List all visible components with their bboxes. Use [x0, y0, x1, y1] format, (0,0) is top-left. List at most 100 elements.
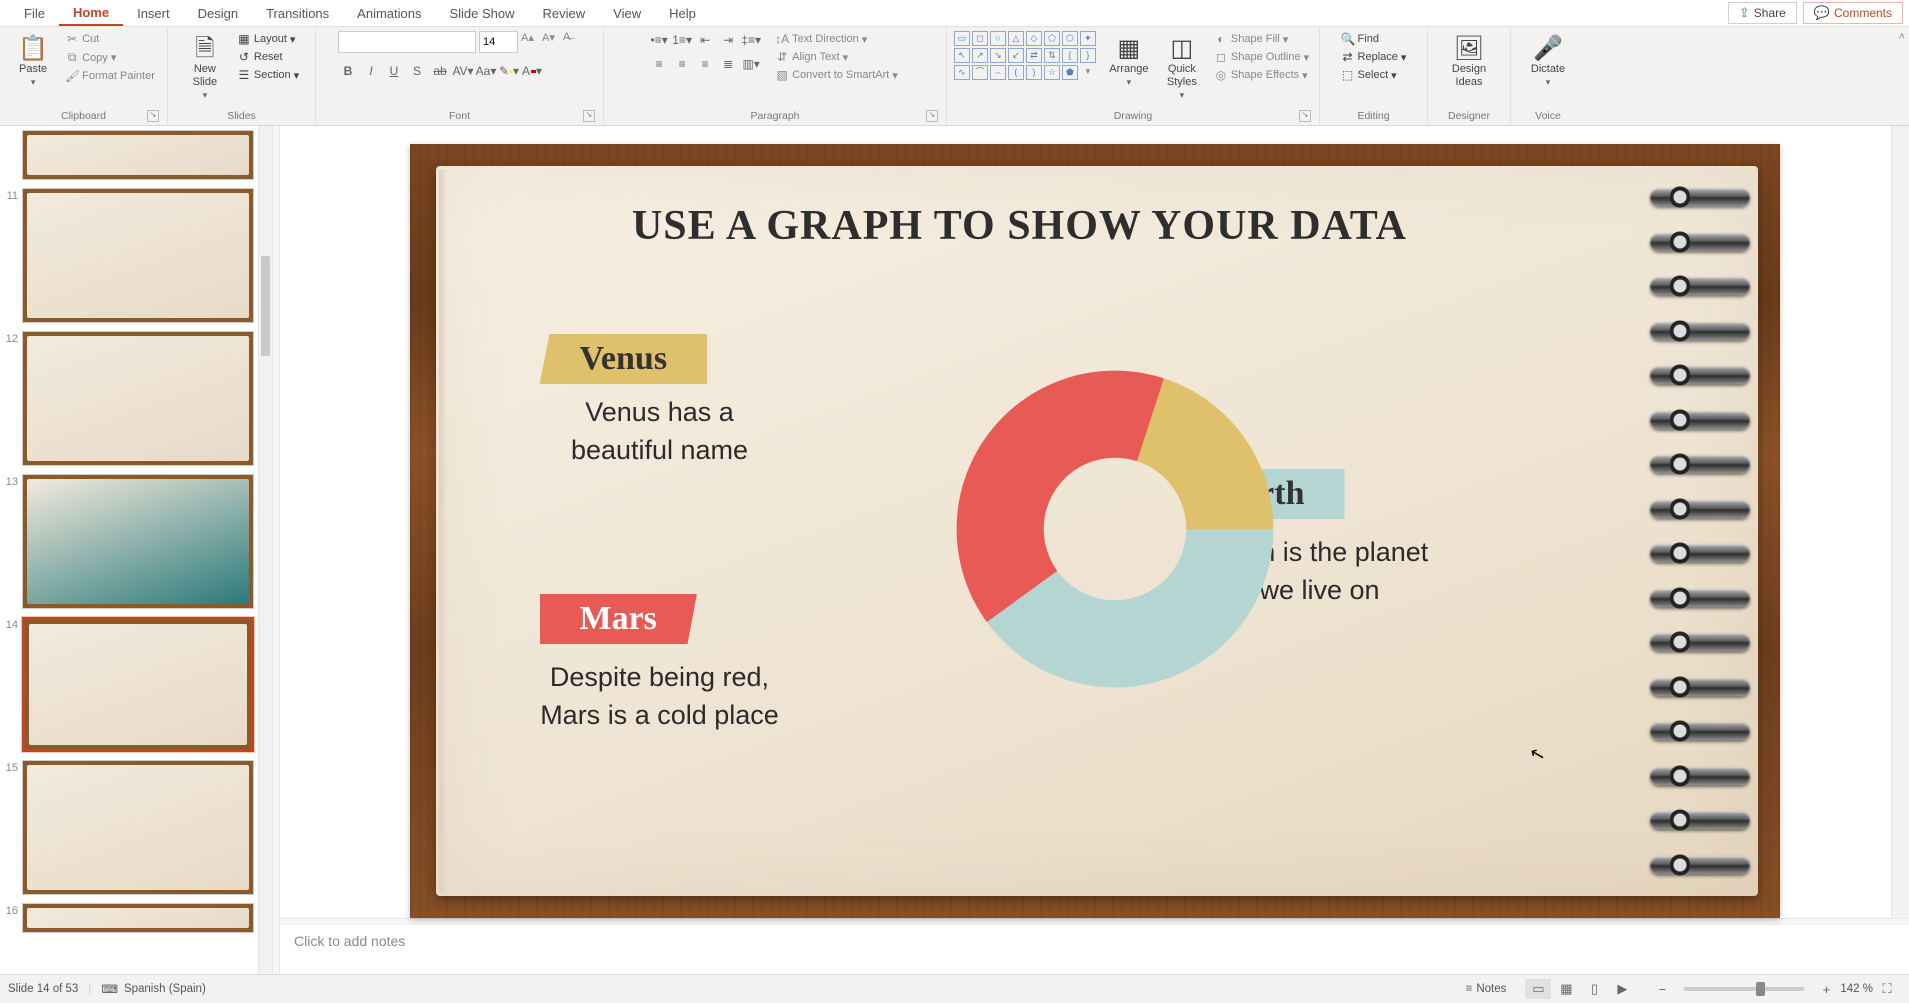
slide-canvas-area[interactable]: USE A GRAPH TO SHOW YOUR DATA Venus Venu… [280, 126, 1909, 918]
find-button[interactable]: 🔍Find [1338, 31, 1410, 47]
venus-description[interactable]: Venus has a beautiful name [530, 394, 790, 470]
cut-button[interactable]: ✂Cut [62, 31, 158, 47]
indent-button[interactable]: ⇥ [718, 31, 738, 49]
slide[interactable]: USE A GRAPH TO SHOW YOUR DATA Venus Venu… [410, 144, 1780, 918]
select-button[interactable]: ⬚Select ▾ [1338, 67, 1410, 83]
font-color-button[interactable]: A▾ [522, 62, 542, 80]
tab-file[interactable]: File [10, 2, 59, 25]
slide-thumbnail[interactable]: 14 [0, 617, 254, 752]
bullets-button[interactable]: •≡▾ [649, 31, 669, 49]
collapse-ribbon-icon[interactable]: ˄ [1899, 31, 1905, 43]
outdent-button[interactable]: ⇤ [695, 31, 715, 49]
arrange-button[interactable]: ▦ Arrange ▾ [1105, 31, 1153, 91]
slide-thumbnail[interactable]: 15 [0, 760, 254, 895]
thumbnail-scrollbar[interactable] [258, 126, 272, 974]
slide-thumbnail[interactable] [0, 130, 254, 180]
dialog-launcher-icon[interactable]: ↘ [1299, 110, 1311, 122]
shape-effects-button[interactable]: ◎Shape Effects ▾ [1211, 67, 1312, 83]
status-language[interactable]: Spanish (Spain) [124, 983, 206, 995]
slide-title[interactable]: USE A GRAPH TO SHOW YOUR DATA [410, 202, 1630, 250]
tab-help[interactable]: Help [655, 2, 710, 25]
clear-format-button[interactable]: A̶ [563, 31, 581, 53]
line-spacing-button[interactable]: ‡≡▾ [741, 31, 761, 49]
tab-insert[interactable]: Insert [123, 2, 184, 25]
dialog-launcher-icon[interactable]: ↘ [147, 110, 159, 122]
italic-button[interactable]: I [361, 62, 381, 80]
numbering-button[interactable]: 1≡▾ [672, 31, 692, 49]
share-icon: ⇪ [1739, 5, 1750, 21]
strike-button[interactable]: ab [430, 62, 450, 80]
dictate-button[interactable]: 🎤 Dictate ▾ [1524, 31, 1572, 91]
notes-pane[interactable]: Click to add notes [280, 924, 1909, 974]
tab-view[interactable]: View [599, 2, 655, 25]
align-right-button[interactable]: ≡ [695, 55, 715, 73]
slide-thumbnail[interactable]: 13 [0, 474, 254, 609]
donut-chart[interactable] [950, 364, 1280, 694]
reading-view-button[interactable]: ▯ [1581, 979, 1607, 999]
decrease-font-button[interactable]: A▾ [542, 31, 560, 53]
font-size-field[interactable] [479, 31, 518, 53]
reset-button[interactable]: ↺Reset [234, 49, 302, 65]
sorter-view-button[interactable]: ▦ [1553, 979, 1579, 999]
slide-thumbnail[interactable]: 11 [0, 188, 254, 323]
new-slide-button[interactable]: 🗎 New Slide ▾ [181, 31, 229, 104]
align-center-button[interactable]: ≡ [672, 55, 692, 73]
quick-styles-button[interactable]: ◫ Quick Styles ▾ [1158, 31, 1206, 104]
highlight-button[interactable]: ✎▾ [499, 62, 519, 80]
accessibility-icon[interactable]: ⌨ [101, 982, 118, 996]
align-text-button[interactable]: ⇵Align Text ▾ [772, 49, 901, 65]
venus-tape-label[interactable]: Venus [540, 334, 708, 384]
copy-button[interactable]: ⧉Copy ▾ [62, 49, 158, 66]
shape-outline-button[interactable]: ◻Shape Outline ▾ [1211, 49, 1312, 65]
font-name-field[interactable] [338, 31, 476, 53]
columns-button[interactable]: ▥▾ [741, 55, 761, 73]
replace-button[interactable]: ⇄Replace ▾ [1338, 49, 1410, 65]
panel-splitter[interactable] [273, 126, 280, 974]
increase-font-button[interactable]: A▴ [521, 31, 539, 53]
paste-button[interactable]: 📋 Paste ▾ [9, 31, 57, 91]
tab-home[interactable]: Home [59, 1, 123, 26]
tab-slideshow[interactable]: Slide Show [435, 2, 528, 25]
shape-gallery[interactable]: ▭◻○△◇⬠⬡✦ ↖↗↘↙⇄⇅{} ∿⌒⌢()☆⬟▾ [954, 31, 1096, 80]
layout-button[interactable]: ▦Layout ▾ [234, 31, 302, 47]
dialog-launcher-icon[interactable]: ↘ [926, 110, 938, 122]
slide-thumbnail[interactable]: 12 [0, 331, 254, 466]
slide-thumbnail[interactable]: 16 [0, 903, 254, 933]
zoom-in-button[interactable]: + [1813, 979, 1839, 999]
group-label-editing: Editing [1326, 108, 1421, 124]
comments-button[interactable]: 💬 Comments [1803, 2, 1903, 24]
editor-scrollbar[interactable] [1891, 126, 1909, 918]
text-direction-button[interactable]: ↕AText Direction ▾ [772, 31, 901, 47]
shadow-button[interactable]: S [407, 62, 427, 80]
zoom-out-button[interactable]: − [1649, 979, 1675, 999]
convert-smartart-button[interactable]: ▧Convert to SmartArt ▾ [772, 67, 901, 83]
format-painter-button[interactable]: 🖌Format Painter [62, 68, 158, 84]
mars-tape-label[interactable]: Mars [540, 594, 697, 644]
reset-label: Reset [254, 51, 283, 63]
normal-view-button[interactable]: ▭ [1525, 979, 1551, 999]
bold-button[interactable]: B [338, 62, 358, 80]
spacing-button[interactable]: AV▾ [453, 62, 473, 80]
notes-toggle-button[interactable]: Notes [1476, 983, 1506, 995]
tab-review[interactable]: Review [529, 2, 600, 25]
align-left-button[interactable]: ≡ [649, 55, 669, 73]
tab-design[interactable]: Design [184, 2, 252, 25]
share-button[interactable]: ⇪ Share [1728, 2, 1797, 24]
fit-to-window-button[interactable]: ⛶ [1874, 979, 1900, 999]
zoom-slider-knob[interactable] [1756, 982, 1765, 996]
section-button[interactable]: ☰Section ▾ [234, 67, 302, 83]
zoom-percent[interactable]: 142 % [1840, 983, 1873, 995]
underline-button[interactable]: U [384, 62, 404, 80]
tab-animations[interactable]: Animations [343, 2, 435, 25]
smartart-label: Convert to SmartArt [792, 69, 889, 81]
mars-description[interactable]: Despite being red, Mars is a cold place [510, 659, 810, 735]
tab-transitions[interactable]: Transitions [252, 2, 343, 25]
design-ideas-button[interactable]: 🖼 Design Ideas [1445, 31, 1493, 91]
scrollbar-thumb[interactable] [261, 256, 270, 356]
shape-fill-button[interactable]: ◐Shape Fill ▾ [1211, 31, 1312, 47]
slideshow-view-button[interactable]: ▶ [1609, 979, 1635, 999]
zoom-slider[interactable] [1684, 987, 1804, 991]
case-button[interactable]: Aa▾ [476, 62, 496, 80]
dialog-launcher-icon[interactable]: ↘ [583, 110, 595, 122]
justify-button[interactable]: ≣ [718, 55, 738, 73]
